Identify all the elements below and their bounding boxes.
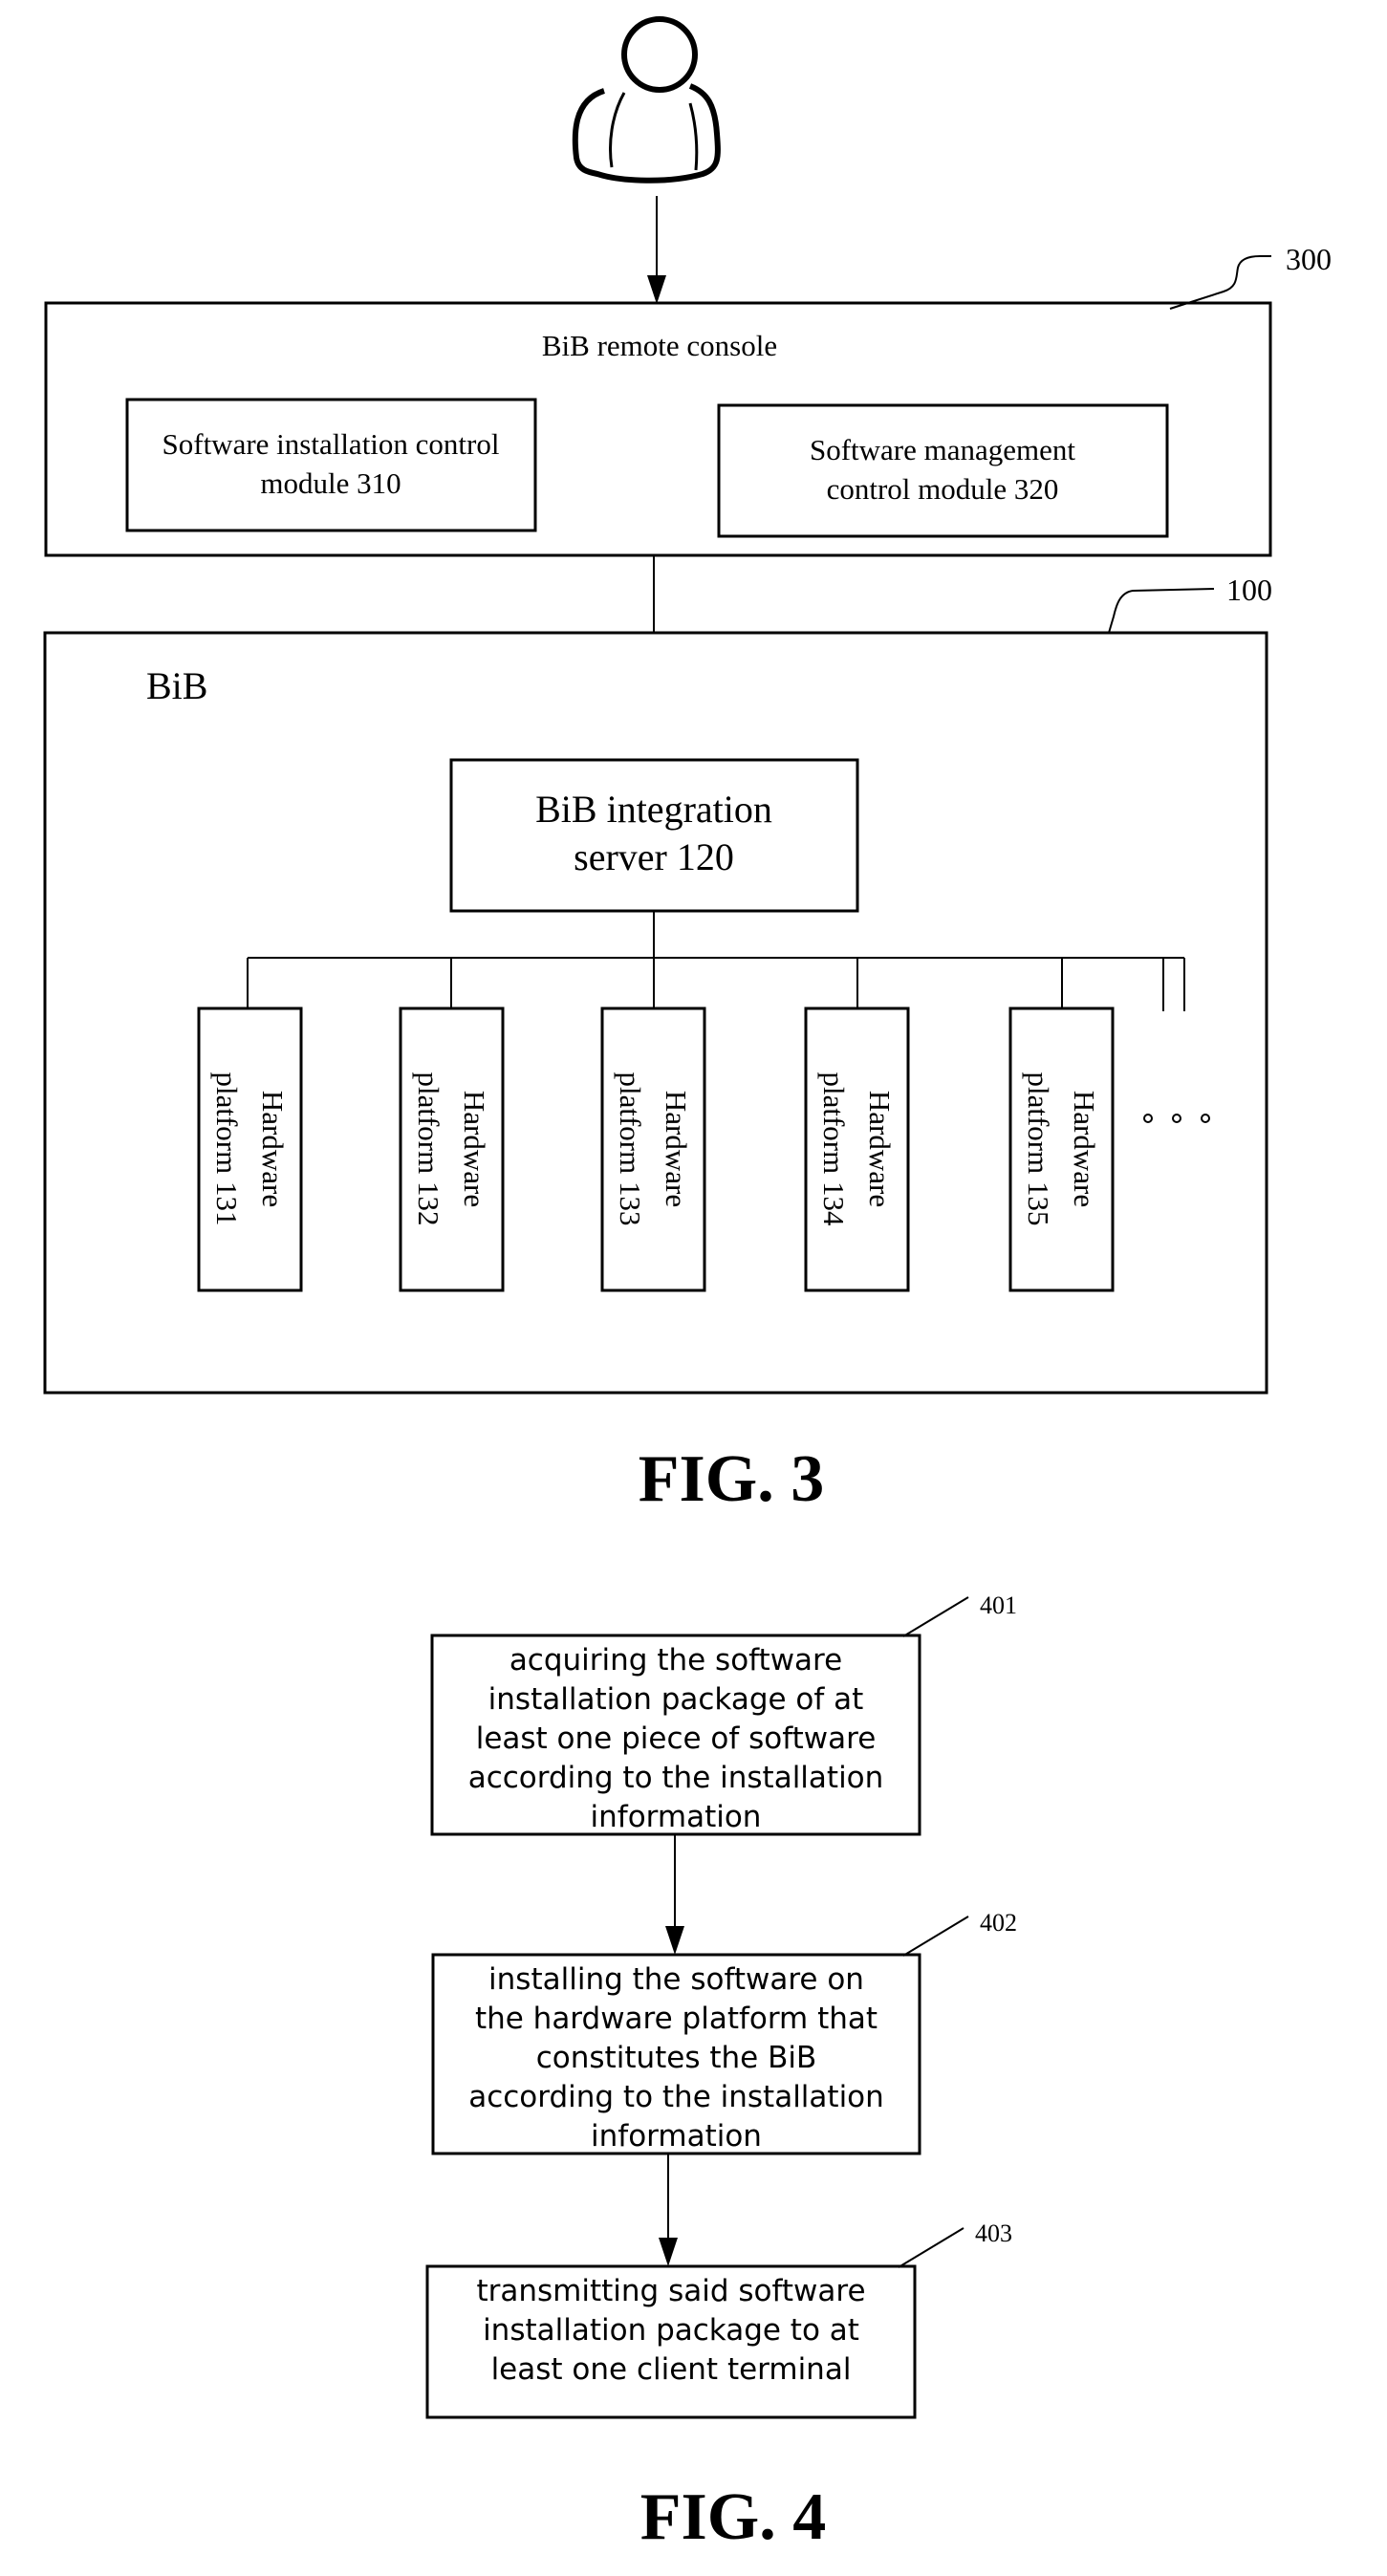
step-ref-label: 403 [975,2219,1012,2247]
step-text-line: constitutes the BiB [536,2041,817,2075]
flowchart-steps: 401 acquiring the software installation pa… [425,1591,1017,2419]
hardware-platform-label: Hardware [1068,1091,1101,1207]
step-text-line: according to the installation [468,2080,884,2114]
module-320-line1: Software management [810,433,1075,466]
hardware-platform-label: platform 135 [1022,1072,1055,1226]
module-310-line1: Software installation control [163,427,500,461]
arrowhead [665,1926,684,1955]
step-text-line: the hardware platform that [475,2002,878,2036]
step-text-line: according to the installation [468,1761,884,1795]
step-ref-leader [902,1916,969,1957]
console-ref-leader [1169,255,1271,310]
server-line2: server 120 [574,835,734,878]
server-line1: BiB integration [535,788,772,831]
hardware-platform-label: Hardware [256,1091,290,1207]
module-310-line2: module 310 [260,466,401,500]
arrowhead [659,2238,678,2266]
bib-ref-label: 100 [1226,573,1272,607]
step-text-line: installation package of at [488,1682,864,1717]
hardware-platform-label: Hardware [660,1091,693,1207]
step-text-line: information [591,1800,762,1834]
step-text-line: acquiring the software [509,1643,842,1678]
hardware-platform-label: Hardware [863,1091,897,1207]
module-310-box [125,398,537,532]
step-ref-leader [898,2227,964,2268]
fig3-caption: FIG. 3 [639,1442,824,1516]
hardware-platform-label: platform 134 [817,1072,851,1226]
console-ref-label: 300 [1286,242,1332,276]
step-text-line: installing the software on [488,1962,864,1997]
arrowhead [647,275,666,304]
step-text-line: transmitting said software [476,2274,865,2308]
step-ref-leader [902,1596,969,1637]
step-text-line: least one piece of software [476,1721,877,1756]
step-text-line: least one client terminal [491,2352,852,2387]
patent-figures: 300 BiB remote console Software installa… [43,16,1332,2554]
person-icon [572,16,721,184]
module-320-box [717,403,1169,538]
bib-ref-leader [1108,588,1215,634]
step-text-line: installation package to at [483,2313,859,2348]
hardware-platform-label: platform 133 [614,1072,647,1226]
step-text-line: information [591,2119,762,2154]
fig4-caption: FIG. 4 [640,2480,826,2554]
step-ref-label: 402 [980,1909,1017,1937]
step-ref-label: 401 [980,1591,1017,1619]
hardware-platform-label: platform 131 [210,1072,244,1226]
console-title: BiB remote console [542,329,777,362]
module-320-line2: control module 320 [827,472,1059,506]
hardware-platform-label: Hardware [458,1091,491,1207]
bib-title: BiB [146,664,207,707]
hardware-platform-label: platform 132 [412,1072,445,1226]
